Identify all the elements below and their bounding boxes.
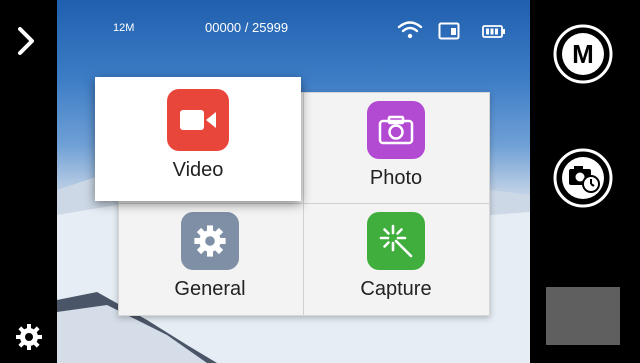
camera-timer-icon xyxy=(553,148,613,208)
menu-item-label: Capture xyxy=(360,278,432,300)
mode-m-button[interactable]: M xyxy=(553,24,613,84)
video-camera-icon xyxy=(167,89,229,151)
preview-thumbnail[interactable] xyxy=(546,287,620,345)
resolution-label: 12M xyxy=(113,22,135,34)
chevron-right-icon[interactable] xyxy=(17,26,35,61)
menu-item-photo[interactable]: Photo xyxy=(304,92,488,202)
shot-counter: 00000 / 25999 xyxy=(205,20,289,35)
menu-item-label: General xyxy=(174,278,246,300)
status-bar: 12M 00000 / 25999 xyxy=(57,0,530,44)
battery-icon xyxy=(482,25,506,43)
gear-icon xyxy=(181,212,239,270)
mode-button-label: M xyxy=(572,39,594,69)
menu-item-video[interactable]: Video xyxy=(95,77,301,201)
sparkle-wand-icon xyxy=(367,212,425,270)
menu-item-label: Video xyxy=(172,159,224,181)
menu-item-capture[interactable]: Capture xyxy=(304,203,488,314)
wifi-icon xyxy=(397,21,423,44)
settings-gear-icon[interactable] xyxy=(14,322,44,357)
photo-camera-icon xyxy=(367,101,425,159)
sd-card-icon xyxy=(438,22,460,45)
menu-item-label: Photo xyxy=(369,167,423,189)
camera-timer-button[interactable] xyxy=(553,148,613,208)
menu-item-general[interactable]: General xyxy=(118,203,302,314)
